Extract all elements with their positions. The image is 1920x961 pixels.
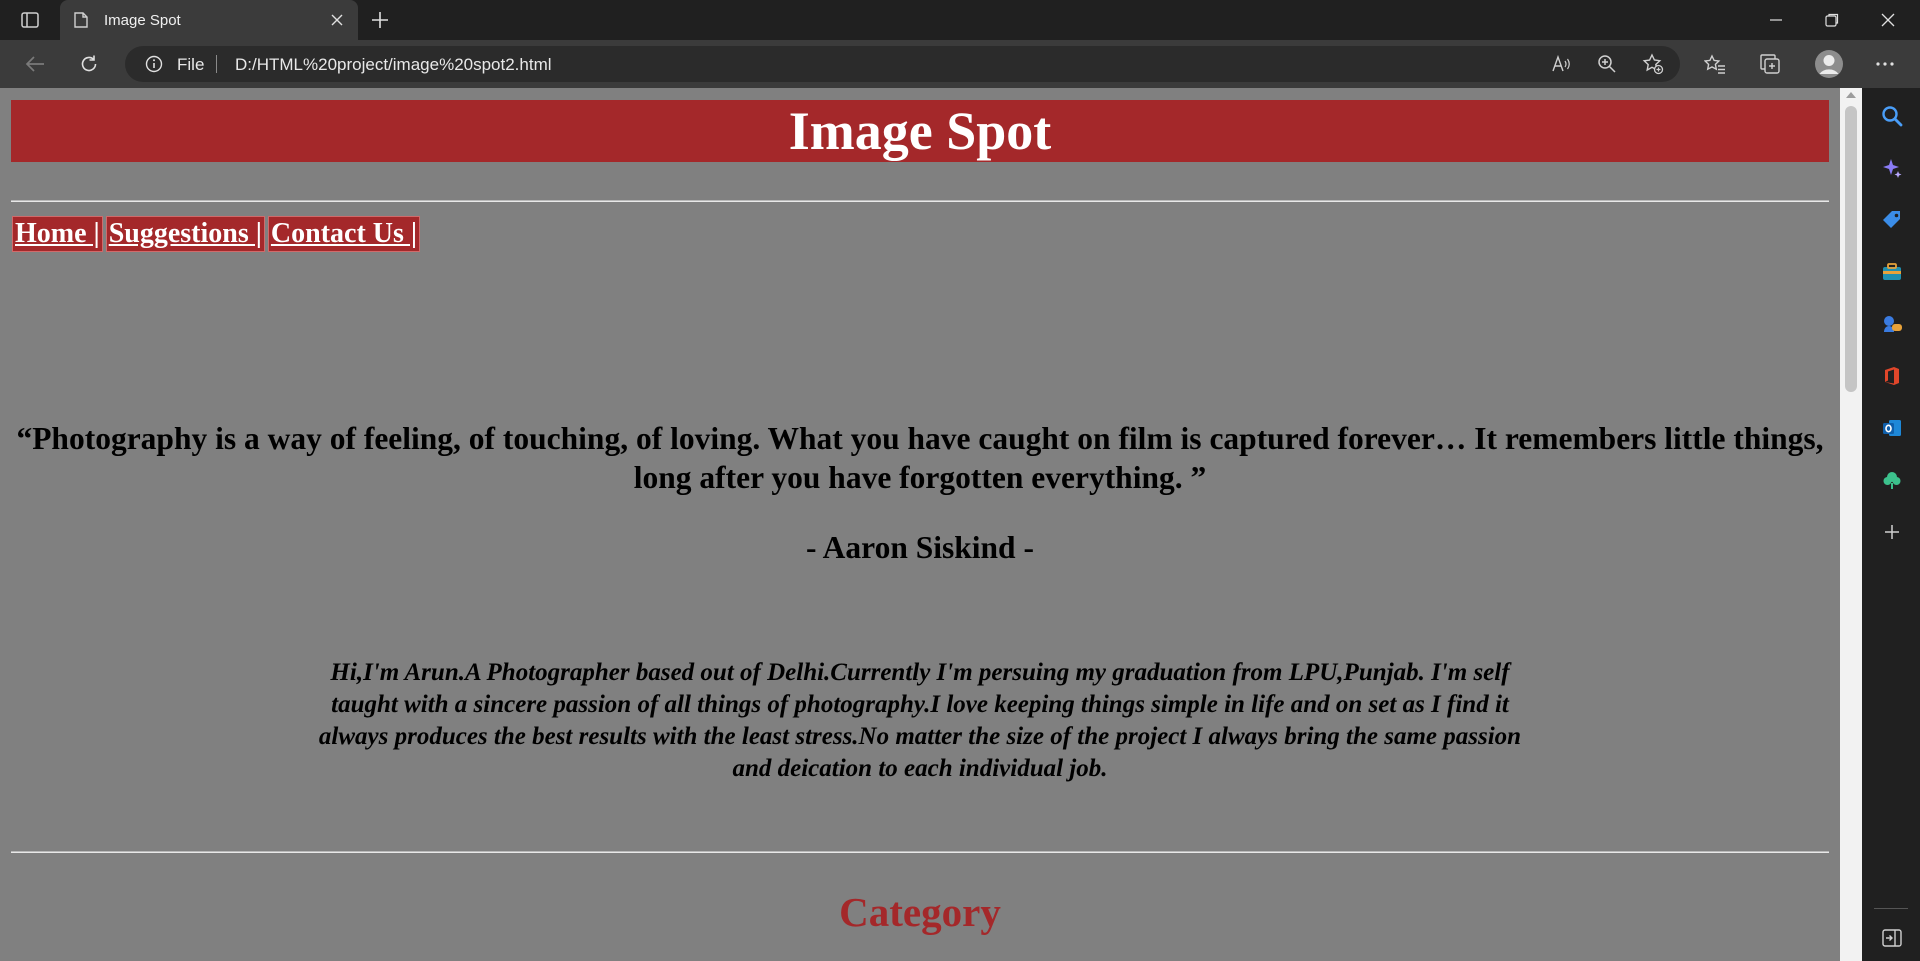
page-scrollbar[interactable] — [1840, 88, 1862, 961]
quote-text: “Photography is a way of feeling, of tou… — [16, 421, 1824, 495]
address-separator — [216, 55, 217, 73]
page-viewport: Image Spot Home | Suggestions | Contact … — [0, 88, 1840, 961]
browser-toolbar: File D:/HTML%20project/image%20spot2.htm… — [0, 40, 1920, 88]
search-icon[interactable] — [1880, 104, 1904, 128]
address-bar[interactable]: File D:/HTML%20project/image%20spot2.htm… — [125, 46, 1680, 82]
favorites-icon[interactable] — [1700, 50, 1730, 78]
office-icon[interactable] — [1880, 364, 1904, 388]
edge-sidebar — [1862, 88, 1920, 961]
new-tab-icon[interactable] — [368, 8, 392, 32]
quote-author: - Aaron Siskind - — [806, 530, 1034, 565]
collections-icon[interactable] — [1755, 50, 1785, 78]
scroll-thumb[interactable] — [1845, 106, 1857, 392]
tab-actions-icon[interactable] — [14, 10, 46, 30]
nav-link-home[interactable]: Home | — [12, 216, 103, 252]
zoom-icon[interactable] — [1596, 53, 1618, 75]
scroll-up-arrow-icon[interactable] — [1846, 92, 1856, 98]
restore-icon[interactable] — [1804, 0, 1860, 40]
refresh-icon[interactable] — [74, 50, 104, 78]
address-scheme-label: File — [177, 55, 205, 74]
nav-link-suggestions[interactable]: Suggestions | — [105, 216, 265, 252]
url-text[interactable]: D:/HTML%20project/image%20spot2.html — [235, 55, 552, 75]
add-icon[interactable] — [1880, 520, 1904, 544]
sidebar-divider — [1874, 908, 1908, 909]
tab-bar: Image Spot — [0, 0, 1920, 40]
add-favorite-icon[interactable] — [1642, 53, 1664, 75]
info-icon[interactable] — [145, 55, 163, 73]
tree-icon[interactable] — [1880, 468, 1904, 492]
tools-icon[interactable] — [1880, 260, 1904, 284]
active-tab[interactable]: Image Spot — [60, 0, 358, 40]
close-window-icon[interactable] — [1860, 0, 1916, 40]
back-icon[interactable] — [20, 50, 50, 78]
copilot-icon[interactable] — [1880, 156, 1904, 180]
divider — [11, 851, 1829, 853]
category-heading: Category — [839, 889, 1001, 935]
site-header: Image Spot — [11, 100, 1829, 162]
profile-icon[interactable] — [1813, 48, 1845, 80]
more-icon[interactable] — [1870, 50, 1900, 78]
page-icon — [74, 12, 90, 28]
hide-sidebar-icon[interactable] — [1880, 926, 1904, 950]
outlook-icon[interactable] — [1880, 416, 1904, 440]
close-tab-icon[interactable] — [328, 11, 346, 29]
site-title: Image Spot — [788, 101, 1052, 161]
minimize-icon[interactable] — [1748, 0, 1804, 40]
bio-text: Hi,I'm Arun.A Photographer based out of … — [318, 659, 1522, 782]
games-icon[interactable] — [1880, 312, 1904, 336]
nav-link-contact-us[interactable]: Contact Us | — [267, 216, 421, 252]
divider — [11, 200, 1829, 202]
nav-bar: Home | Suggestions | Contact Us | — [12, 216, 423, 252]
read-aloud-icon[interactable] — [1550, 53, 1572, 75]
shopping-icon[interactable] — [1880, 208, 1904, 232]
tab-title: Image Spot — [104, 11, 181, 29]
